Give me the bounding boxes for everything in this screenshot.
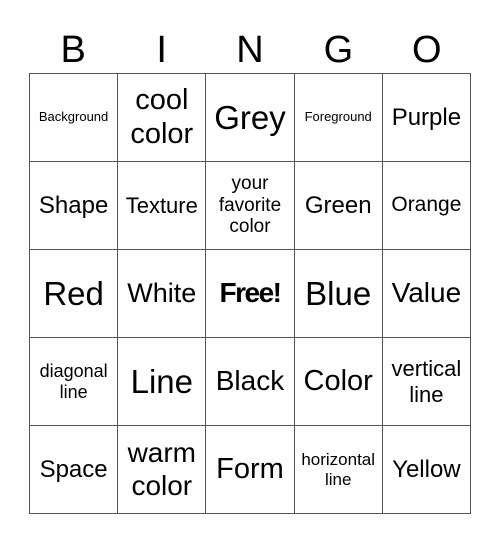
bingo-header: B I N G O — [29, 26, 471, 74]
bingo-cell[interactable]: Foreground — [294, 74, 383, 162]
bingo-cell[interactable]: Color — [294, 338, 383, 426]
bingo-cell[interactable]: White — [118, 250, 207, 338]
bingo-cell[interactable]: Space — [30, 426, 119, 514]
bingo-cell[interactable]: cool color — [118, 74, 207, 162]
bingo-cell[interactable]: Shape — [30, 162, 119, 250]
header-letter-i: I — [156, 29, 167, 71]
bingo-cell[interactable]: Red — [30, 250, 119, 338]
bingo-cell[interactable]: Value — [382, 250, 471, 338]
header-letter-n: N — [236, 29, 264, 71]
bingo-cell[interactable]: horizontal line — [294, 426, 383, 514]
bingo-cell[interactable]: Yellow — [382, 426, 471, 514]
header-letter-o: O — [412, 29, 442, 71]
bingo-cell[interactable]: Line — [118, 338, 207, 426]
bingo-cell[interactable]: Orange — [382, 162, 471, 250]
bingo-cell[interactable]: warm color — [118, 426, 207, 514]
bingo-cell[interactable]: Black — [206, 338, 295, 426]
bingo-cell[interactable]: Texture — [118, 162, 207, 250]
bingo-cell[interactable]: Background — [30, 74, 119, 162]
bingo-cell[interactable]: Grey — [206, 74, 295, 162]
header-letter-g: G — [323, 29, 354, 71]
header-letter-b: B — [60, 29, 86, 71]
bingo-cell[interactable]: your favorite color — [206, 162, 295, 250]
bingo-cell[interactable]: diagonal line — [30, 338, 119, 426]
bingo-cell[interactable]: Purple — [382, 74, 471, 162]
bingo-cell[interactable]: vertical line — [382, 338, 471, 426]
bingo-cell[interactable]: Green — [294, 162, 383, 250]
bingo-cell[interactable]: Blue — [294, 250, 383, 338]
bingo-cell[interactable]: Form — [206, 426, 295, 514]
bingo-grid: Background cool color Grey Foreground Pu… — [29, 73, 471, 514]
free-space-cell[interactable]: Free! — [206, 250, 295, 338]
